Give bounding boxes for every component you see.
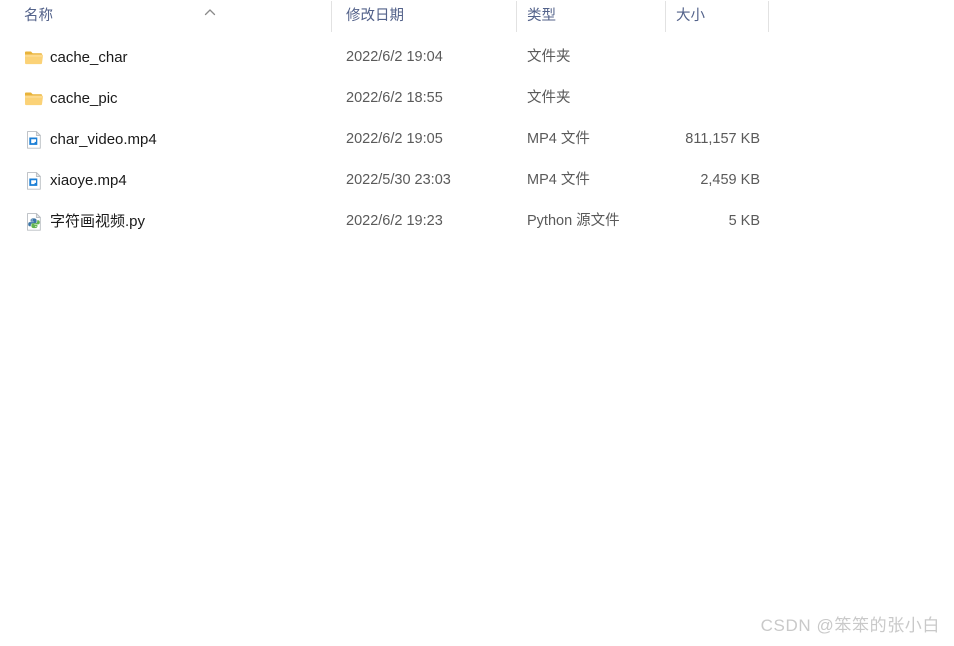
file-size-cell: 5 KB	[728, 213, 760, 229]
column-divider[interactable]	[665, 1, 666, 32]
column-header-size[interactable]: 大小	[676, 0, 762, 33]
mp4-file-icon	[24, 171, 44, 191]
csdn-watermark: CSDN @笨笨的张小白	[760, 616, 940, 635]
table-row[interactable]: cache_pic 2022/6/2 18:55 文件夹	[0, 78, 954, 119]
column-header-date-modified-label: 修改日期	[346, 8, 404, 24]
file-name-label: char_video.mp4	[50, 131, 157, 148]
file-name-cell[interactable]: char_video.mp4	[24, 119, 324, 160]
file-date-cell: 2022/6/2 19:04	[346, 49, 443, 65]
column-divider[interactable]	[516, 1, 517, 32]
table-row[interactable]: char_video.mp4 2022/6/2 19:05 MP4 文件 811…	[0, 119, 954, 160]
file-date-cell: 2022/6/2 18:55	[346, 90, 443, 106]
file-size-cell	[660, 37, 760, 78]
column-divider[interactable]	[768, 1, 769, 32]
file-type-cell: MP4 文件	[527, 172, 590, 188]
column-header-row: 名称 修改日期 类型 大小	[0, 0, 954, 33]
column-header-name-label: 名称	[24, 8, 53, 24]
column-header-date-modified[interactable]: 修改日期	[346, 0, 511, 33]
file-type-cell: Python 源文件	[527, 213, 620, 229]
file-name-cell[interactable]: cache_pic	[24, 78, 324, 119]
file-name-cell[interactable]: xiaoye.mp4	[24, 160, 324, 201]
file-date-cell: 2022/6/2 19:23	[346, 213, 443, 229]
file-type-cell: 文件夹	[527, 90, 571, 106]
file-explorer-details-view: 名称 修改日期 类型 大小 cache_char 2022/6/2 19:04 …	[0, 0, 954, 646]
folder-icon	[24, 89, 44, 109]
column-header-type-label: 类型	[527, 8, 556, 24]
chevron-up-icon	[203, 0, 217, 16]
file-type-cell: 文件夹	[527, 49, 571, 65]
file-date-cell: 2022/6/2 19:05	[346, 131, 443, 147]
folder-icon	[24, 48, 44, 68]
file-size-cell: 2,459 KB	[700, 172, 760, 188]
file-type-cell: MP4 文件	[527, 131, 590, 147]
file-name-label: 字符画视频.py	[50, 213, 146, 230]
file-date-cell: 2022/5/30 23:03	[346, 172, 451, 188]
file-name-cell[interactable]: 字符画视频.py	[24, 201, 324, 242]
file-list: cache_char 2022/6/2 19:04 文件夹 cache_pic …	[0, 37, 954, 242]
column-header-size-label: 大小	[676, 8, 705, 24]
table-row[interactable]: 字符画视频.py 2022/6/2 19:23 Python 源文件 5 KB	[0, 201, 954, 242]
file-name-label: cache_pic	[50, 90, 118, 107]
file-name-label: xiaoye.mp4	[50, 172, 127, 189]
table-row[interactable]: cache_char 2022/6/2 19:04 文件夹	[0, 37, 954, 78]
mp4-file-icon	[24, 130, 44, 150]
file-size-cell: 811,157 KB	[685, 131, 760, 147]
column-header-type[interactable]: 类型	[527, 0, 659, 33]
file-name-cell[interactable]: cache_char	[24, 37, 324, 78]
file-size-cell	[660, 78, 760, 119]
column-divider[interactable]	[331, 1, 332, 32]
file-name-label: cache_char	[50, 49, 128, 66]
column-header-name[interactable]: 名称	[24, 0, 324, 33]
table-row[interactable]: xiaoye.mp4 2022/5/30 23:03 MP4 文件 2,459 …	[0, 160, 954, 201]
python-file-icon	[24, 212, 44, 232]
